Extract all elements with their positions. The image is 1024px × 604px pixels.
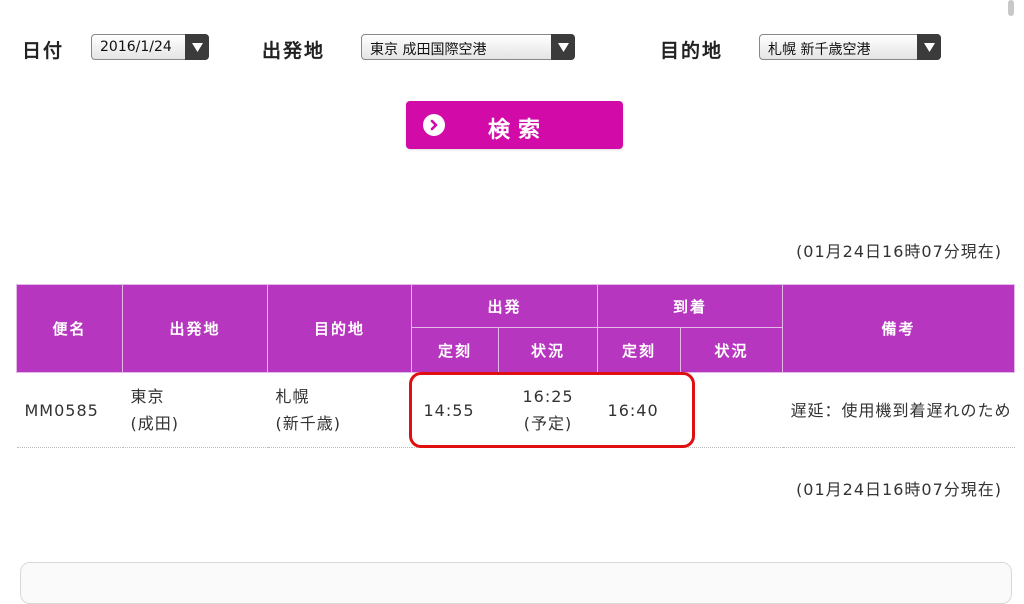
header-arrival-scheduled: 定刻	[597, 327, 682, 373]
destination-airport: (新千歳)	[275, 414, 341, 433]
header-remarks: 備考	[782, 284, 1016, 373]
header-arrival: 到着	[597, 284, 784, 328]
chevron-right-circle-icon	[423, 114, 445, 136]
search-button[interactable]: 検索	[406, 101, 623, 149]
arrival-scheduled: 16:40	[597, 372, 681, 448]
header-flight: 便名	[16, 284, 123, 373]
origin-select-value: 東京 成田国際空港	[370, 42, 487, 58]
header-destination: 目的地	[267, 284, 412, 373]
remarks: 遅延：使用機到着遅れのため	[782, 372, 1015, 448]
header-arrival-status: 状況	[680, 327, 784, 373]
chevron-down-icon	[551, 34, 575, 60]
origin-label: 出発地	[262, 40, 326, 62]
departure-status-note: (予定)	[523, 414, 573, 433]
departure-status-time: 16:25	[522, 387, 574, 406]
bottom-panel	[20, 562, 1012, 604]
flight-number: MM0585	[16, 372, 123, 448]
destination-select-value: 札幌 新千歳空港	[768, 42, 871, 58]
header-origin: 出発地	[122, 284, 268, 373]
chevron-down-icon	[185, 34, 209, 60]
table-row: MM0585 東京 (成田) 札幌 (新千歳) 14:55 16:25 (予定)…	[16, 372, 1015, 448]
header-departure-status: 状況	[497, 327, 599, 373]
departure-status: 16:25 (予定)	[498, 372, 598, 448]
destination-cell: 札幌 (新千歳)	[267, 372, 412, 448]
timestamp-top: (01月24日16時07分現在)	[796, 242, 1002, 261]
flight-status-table: 便名 出発地 目的地 出発 到着 備考 定刻 状況 定刻 状況 MM0585 東…	[16, 284, 1016, 448]
origin-cell: 東京 (成田)	[122, 372, 268, 448]
date-select[interactable]: 2016/1/24	[91, 34, 209, 60]
timestamp-bottom: (01月24日16時07分現在)	[796, 480, 1002, 499]
destination-select[interactable]: 札幌 新千歳空港	[759, 34, 941, 60]
destination-label: 目的地	[660, 40, 724, 62]
chevron-down-icon	[917, 34, 941, 60]
departure-scheduled: 14:55	[411, 372, 499, 448]
header-departure: 出発	[410, 284, 599, 328]
origin-airport: (成田)	[130, 414, 179, 433]
search-form: 日付 2016/1/24 出発地 東京 成田国際空港 目的地 札幌 新千歳空港	[0, 30, 1024, 66]
header-departure-scheduled: 定刻	[411, 327, 499, 373]
destination-city: 札幌	[275, 387, 310, 406]
arrival-status	[680, 372, 783, 448]
search-button-label: 検索	[488, 118, 549, 143]
date-select-value: 2016/1/24	[100, 39, 172, 55]
scrollbar-thumb[interactable]	[1008, 0, 1014, 16]
origin-select[interactable]: 東京 成田国際空港	[361, 34, 575, 60]
date-label: 日付	[22, 40, 65, 62]
origin-city: 東京	[130, 387, 165, 406]
